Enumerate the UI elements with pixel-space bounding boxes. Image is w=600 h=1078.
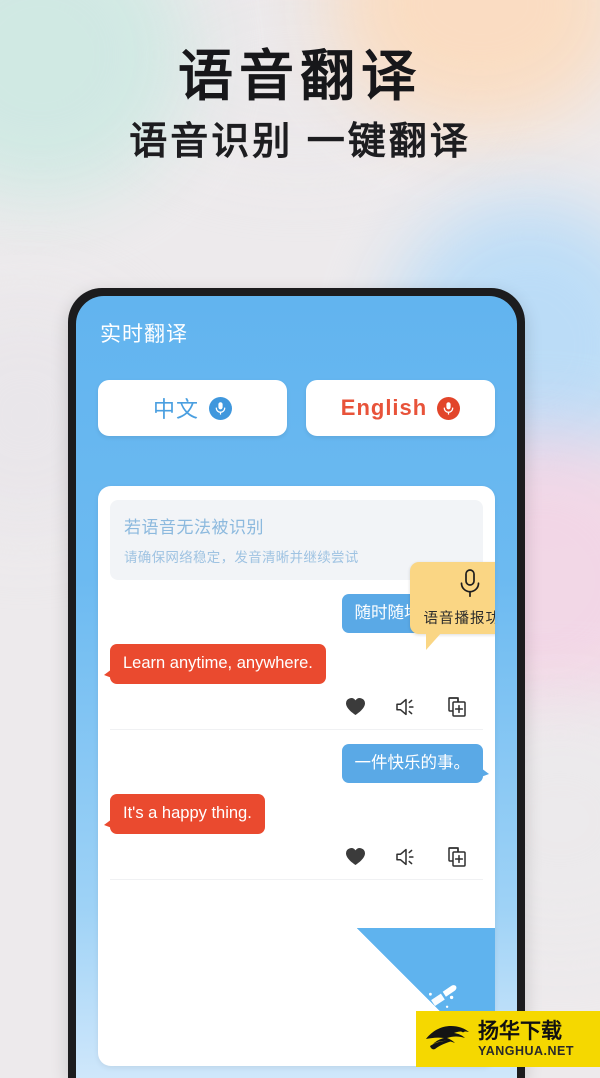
language-button-chinese[interactable]: 中文 <box>98 380 287 436</box>
notice-title: 若语音无法被识别 <box>124 518 264 537</box>
tooltip-label: 语音播报功能 <box>423 611 496 627</box>
watermark: 扬华下载 YANGHUA.NET <box>416 1011 600 1067</box>
conversation-list: 随时随地学习。 Learn anytime, anywhere. <box>98 562 495 880</box>
translation-message-row: It's a happy thing. <box>104 794 483 834</box>
speaker-icon[interactable] <box>394 695 418 719</box>
message-actions <box>110 695 483 719</box>
microphone-icon[interactable] <box>437 396 461 420</box>
source-message-row: 一件快乐的事。 <box>110 743 489 784</box>
message-group: 一件快乐的事。 It's a happy thing. <box>104 730 489 880</box>
copy-add-icon[interactable] <box>445 695 469 719</box>
heart-icon[interactable] <box>343 695 367 719</box>
microphone-icon[interactable] <box>209 396 232 420</box>
phoenix-logo <box>424 1019 472 1059</box>
watermark-text: 扬华下载 YANGHUA.NET <box>478 1021 574 1058</box>
source-bubble[interactable]: 一件快乐的事。 <box>341 743 489 784</box>
headline-block: 语音翻译 语音识别 一键翻译 <box>0 45 600 164</box>
phone-screen: 实时翻译 中文 English 若语音无法被识别 请确保网络稳定，发音清晰并继续… <box>76 296 517 1078</box>
language-button-english[interactable]: English <box>306 380 495 436</box>
app-title: 实时翻译 <box>100 323 188 346</box>
voice-broadcast-tooltip: 语音播报功能 <box>410 562 496 650</box>
watermark-name-en: YANGHUA.NET <box>478 1043 575 1058</box>
message-group: 随时随地学习。 Learn anytime, anywhere. <box>104 562 495 730</box>
microphone-icon <box>457 568 483 605</box>
language-selector-row: 中文 English <box>98 380 495 436</box>
heart-icon[interactable] <box>343 845 367 869</box>
copy-add-icon[interactable] <box>445 845 469 869</box>
phone-mockup: 实时翻译 中文 English 若语音无法被识别 请确保网络稳定，发音清晰并继续… <box>68 288 525 1078</box>
page-title: 语音翻译 <box>177 45 422 107</box>
content-panel: 若语音无法被识别 请确保网络稳定，发音清晰并继续尝试 随时随地学习。 Learn… <box>98 486 495 1066</box>
translation-message-row: Learn anytime, anywhere. <box>104 644 483 684</box>
message-actions <box>110 845 483 869</box>
page-subtitle: 语音识别 一键翻译 <box>129 120 471 163</box>
speaker-icon[interactable] <box>394 845 418 869</box>
translation-bubble[interactable]: It's a happy thing. <box>104 794 265 834</box>
language-button-english-label: English <box>340 395 428 420</box>
language-button-chinese-label: 中文 <box>152 397 199 422</box>
watermark-name-cn: 扬华下载 <box>478 1019 562 1043</box>
translation-bubble[interactable]: Learn anytime, anywhere. <box>104 644 326 684</box>
